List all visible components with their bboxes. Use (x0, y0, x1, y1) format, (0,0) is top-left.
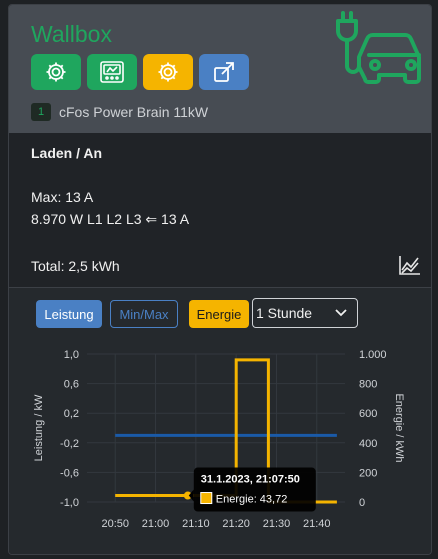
x-tick-label: 21:10 (182, 518, 210, 530)
settings-button[interactable] (31, 54, 81, 90)
tooltip-pointer (188, 489, 194, 502)
y-right-tick-label: 400 (359, 438, 377, 450)
y-right-tick-label: 600 (359, 408, 377, 420)
y-left-tick-label: -0,6 (60, 467, 79, 479)
gear-icon (46, 62, 66, 82)
wallbox-card: Wallbox 1 cFos Power Brain 11kW Laden / … (8, 4, 432, 555)
time-range-select[interactable]: 1 Stunde (252, 298, 358, 328)
total-energy: Total: 2,5 kWh (31, 258, 120, 274)
meter-button[interactable] (87, 54, 137, 90)
wallbox-car-icon (336, 11, 421, 84)
y-left-axis-label: Leistung / kW (33, 394, 45, 461)
y-left-tick-label: 0,6 (64, 379, 79, 391)
max-current: Max: 13 A (31, 189, 94, 205)
x-tick-label: 21:40 (303, 518, 331, 530)
tab-minmax[interactable]: Min/Max (110, 300, 178, 328)
tooltip-value: Energie: 43,72 (216, 494, 288, 506)
open-external-button[interactable] (199, 54, 249, 90)
device-row: 1 cFos Power Brain 11kW (31, 103, 208, 121)
card-header: Wallbox 1 cFos Power Brain 11kW (9, 5, 431, 133)
y-right-tick-label: 800 (359, 379, 377, 391)
device-number-badge: 1 (31, 103, 51, 121)
meter-icon (100, 61, 124, 83)
x-tick-label: 21:30 (263, 518, 291, 530)
y-left-tick-label: 0,2 (64, 408, 79, 420)
x-tick-label: 21:00 (142, 518, 170, 530)
x-tick-label: 21:20 (222, 518, 250, 530)
power-energy-chart: 1,0 0,6 0,2 -0,2 -0,6 -1,0 1.000 800 600 400 200 0 2… (33, 349, 405, 530)
tooltip-title: 31.1.2023, 21:07:50 (201, 474, 300, 486)
tab-leistung[interactable]: Leistung (36, 300, 102, 328)
x-tick-label: 20:50 (101, 518, 129, 530)
y-right-tick-label: 200 (359, 467, 377, 479)
charging-status: Laden / An (31, 145, 103, 161)
charging-rules-button[interactable] (143, 54, 193, 90)
y-right-tick-label: 0 (359, 497, 365, 509)
chart-panel: Leistung Min/Max Energie 1 Stunde 1,0 0,6… (9, 287, 431, 554)
tab-energie[interactable]: Energie (189, 300, 249, 328)
device-name: cFos Power Brain 11kW (59, 104, 209, 120)
time-range-value: 1 Stunde (256, 305, 313, 321)
y-right-axis-label: Energie / kWh (393, 393, 405, 462)
y-left-tick-label: -0,2 (60, 438, 79, 450)
tooltip-swatch (200, 492, 213, 505)
wallbox-title: Wallbox (31, 21, 112, 47)
chart-container: 1,0 0,6 0,2 -0,2 -0,6 -1,0 1.000 800 600 400 200 0 2… (9, 340, 431, 554)
y-left-tick-label: 1,0 (64, 349, 79, 361)
timer-gear-icon (158, 62, 178, 82)
external-link-icon (214, 62, 234, 82)
current-power: 8.970 W L1 L2 L3 ⇐ 13 A (31, 211, 190, 227)
action-buttons (31, 54, 249, 90)
line-chart-icon[interactable] (399, 255, 421, 275)
chevron-down-icon (335, 309, 347, 317)
y-left-tick-label: -1,0 (60, 497, 79, 509)
y-right-tick-label: 1.000 (359, 349, 387, 361)
